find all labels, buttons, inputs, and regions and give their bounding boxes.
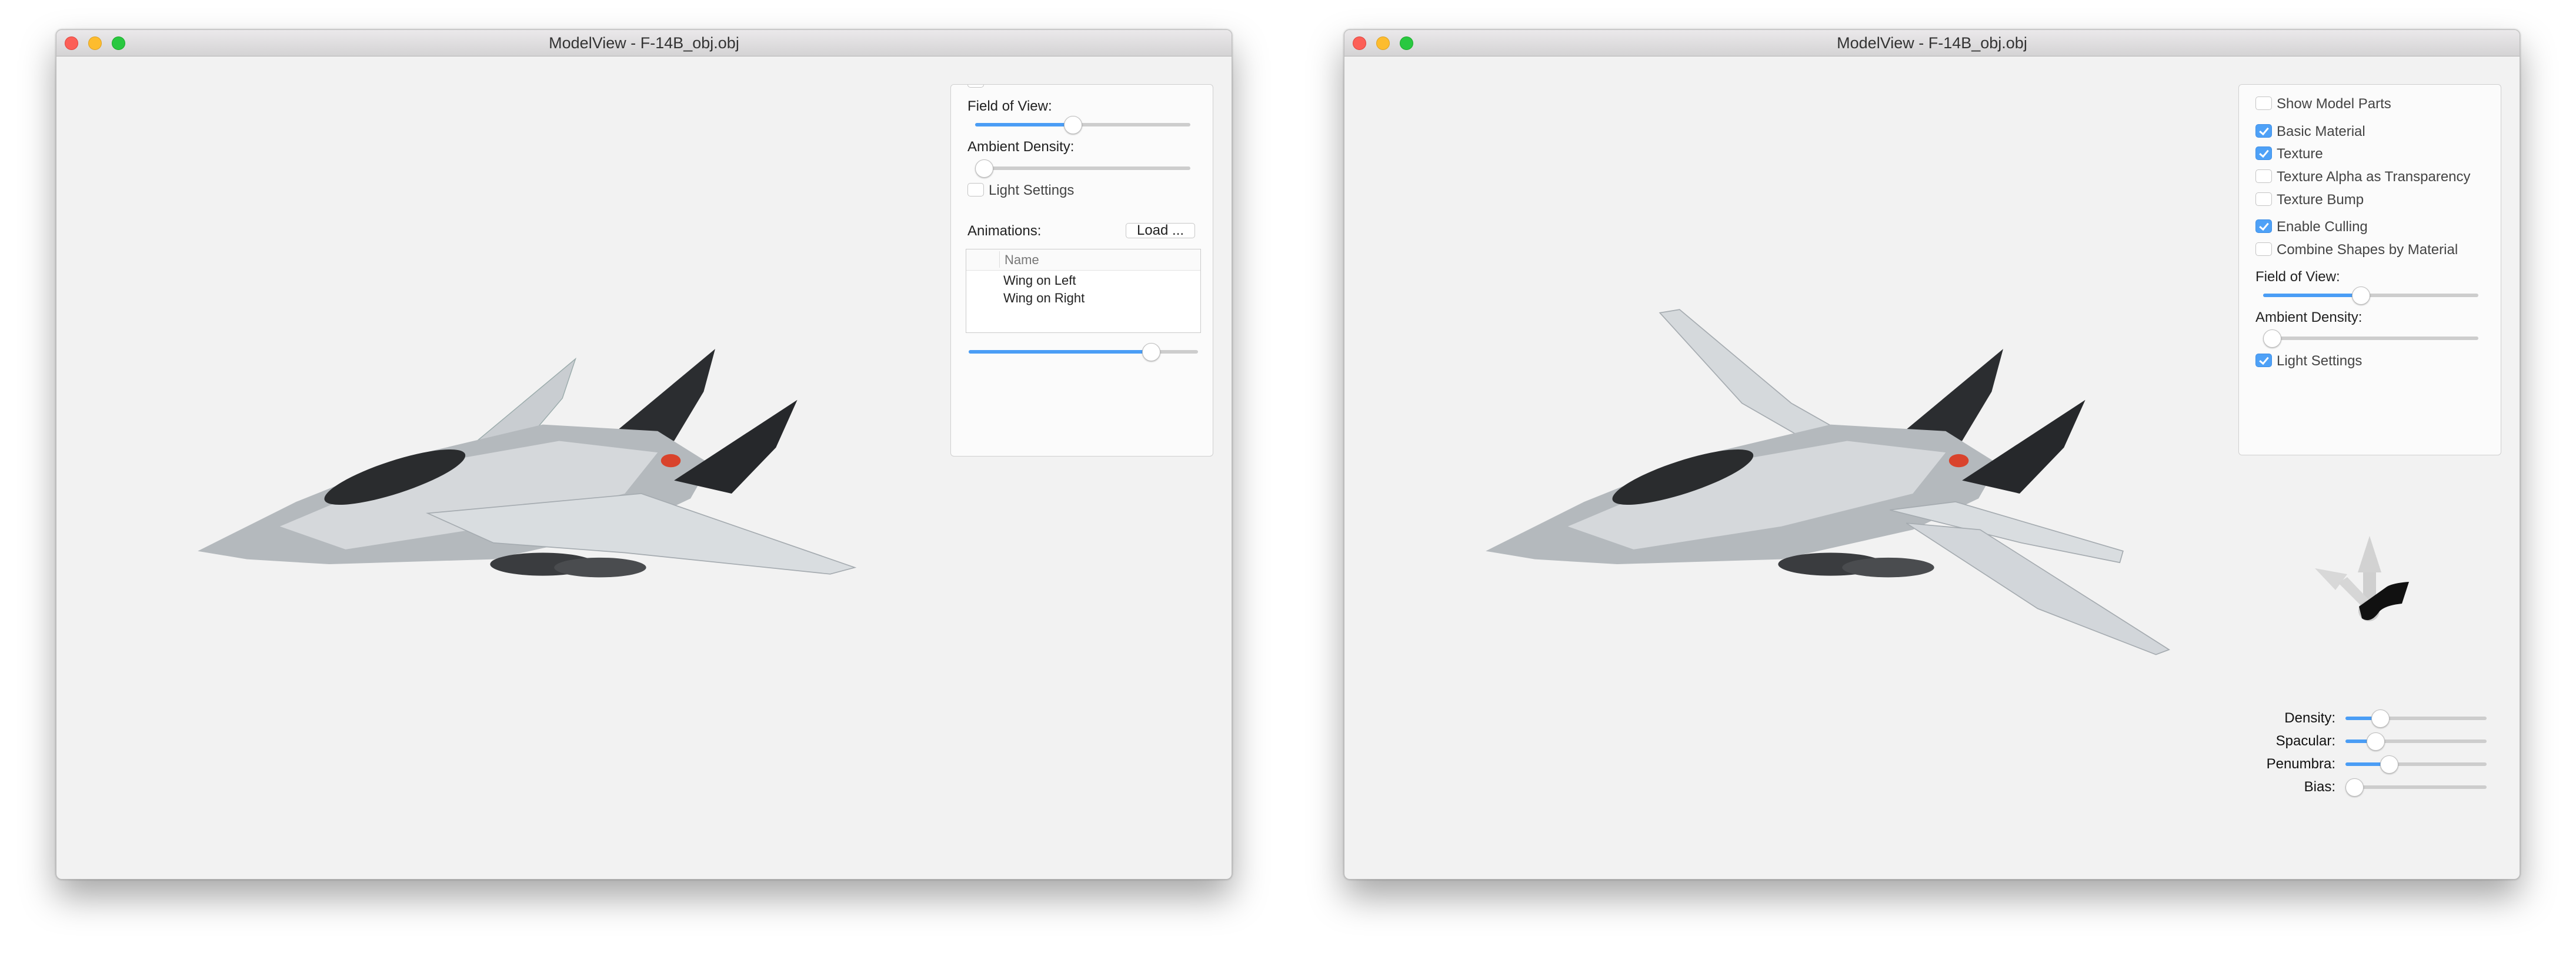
light-settings-checkbox[interactable]: Light Settings xyxy=(967,181,1074,201)
checkbox-label: Texture xyxy=(2277,146,2323,162)
slider-thumb[interactable] xyxy=(2366,732,2385,751)
basic-material-checkbox[interactable]: Basic Material xyxy=(2255,122,2365,142)
modelview-window-right: ModelView - F-14B_obj.obj Density: Spacu… xyxy=(1344,29,2520,880)
table-row[interactable]: Wing on Right xyxy=(1003,289,1085,307)
density-label: Density: xyxy=(2284,710,2335,726)
window-title: ModelView - F-14B_obj.obj xyxy=(549,34,739,52)
checkbox-label: Show Model Parts xyxy=(2277,96,2391,112)
texture-checkbox[interactable]: Texture xyxy=(2255,144,2323,164)
title-bar[interactable]: ModelView - F-14B_obj.obj xyxy=(56,30,1232,56)
animation-progress-slider[interactable] xyxy=(969,342,1198,362)
fov-label: Field of View: xyxy=(967,98,1052,114)
animations-table: Name Wing on Left Wing on Right xyxy=(966,249,1201,333)
window-title: ModelView - F-14B_obj.obj xyxy=(1837,34,2027,52)
checkbox-box[interactable] xyxy=(2255,169,2272,184)
ambient-density-label: Ambient Density: xyxy=(967,139,1075,155)
minimize-button[interactable] xyxy=(1376,36,1390,50)
checkbox-box[interactable] xyxy=(2255,146,2272,161)
minimize-button[interactable] xyxy=(88,36,102,50)
slider-thumb[interactable] xyxy=(2371,709,2390,728)
checkbox-label: Texture Bump xyxy=(2277,192,2364,208)
checkbox-label: Combine Shapes by Material xyxy=(2277,242,2458,258)
zoom-button[interactable] xyxy=(112,36,125,50)
texture-alpha-checkbox[interactable]: Texture Alpha as Transparency xyxy=(2255,167,2471,187)
slider-thumb[interactable] xyxy=(1142,343,1161,361)
light-settings-checkbox[interactable]: Light Settings xyxy=(2255,351,2362,371)
checkbox-label: Basic Material xyxy=(2277,124,2365,139)
table-header: Name xyxy=(966,249,1200,271)
texture-bump-checkbox[interactable]: Texture Bump xyxy=(2255,190,2364,210)
checkbox-label: Texture Alpha as Transparency xyxy=(2277,169,2471,185)
specular-label: Spacular: xyxy=(2275,733,2335,749)
settings-panel: Show Model Parts Basic Material Texture … xyxy=(2238,84,2501,455)
checkbox-label: Enable Culling xyxy=(2277,219,2368,235)
bias-slider[interactable] xyxy=(2345,777,2487,797)
zoom-button[interactable] xyxy=(1400,36,1413,50)
checkbox-box[interactable] xyxy=(2255,96,2272,111)
ambient-density-slider[interactable] xyxy=(975,158,1190,178)
slider-thumb[interactable] xyxy=(2345,778,2364,797)
checkbox-label: Light Settings xyxy=(989,182,1075,198)
animations-label: Animations: xyxy=(967,223,1042,239)
checkbox-box[interactable] xyxy=(2255,242,2272,257)
penumbra-slider[interactable] xyxy=(2345,754,2487,774)
penumbra-label: Penumbra: xyxy=(2266,756,2335,772)
checkbox-box[interactable] xyxy=(2255,354,2272,368)
table-row[interactable]: Wing on Left xyxy=(1003,272,1076,289)
settings-panel: Field of View: Ambient Density: Light Se… xyxy=(950,84,1213,457)
slider-thumb[interactable] xyxy=(975,159,993,178)
partial-checkbox-row[interactable] xyxy=(967,85,989,92)
enable-culling-checkbox[interactable]: Enable Culling xyxy=(2255,217,2368,237)
fov-label: Field of View: xyxy=(2255,269,2340,285)
fov-slider[interactable] xyxy=(975,115,1190,135)
show-model-parts-checkbox[interactable]: Show Model Parts xyxy=(2255,94,2391,114)
combine-shapes-checkbox[interactable]: Combine Shapes by Material xyxy=(2255,240,2458,260)
ambient-density-label: Ambient Density: xyxy=(2255,309,2363,325)
bias-label: Bias: xyxy=(2304,779,2335,795)
close-button[interactable] xyxy=(1353,36,1366,50)
checkbox-box[interactable] xyxy=(2255,219,2272,234)
specular-slider[interactable] xyxy=(2345,731,2487,751)
slider-thumb[interactable] xyxy=(2352,287,2371,305)
ambient-density-slider[interactable] xyxy=(2263,328,2478,348)
slider-thumb[interactable] xyxy=(2380,755,2398,774)
close-button[interactable] xyxy=(65,36,78,50)
light-direction-gizmo[interactable] xyxy=(2315,536,2432,648)
load-animation-button[interactable]: Load ... xyxy=(1126,223,1195,238)
density-slider[interactable] xyxy=(2345,708,2487,728)
checkbox-box[interactable] xyxy=(2255,124,2272,138)
slider-thumb[interactable] xyxy=(2263,329,2281,348)
checkbox[interactable] xyxy=(967,85,984,88)
checkbox-box[interactable] xyxy=(967,183,984,197)
slider-thumb[interactable] xyxy=(1064,116,1083,134)
column-header-name[interactable]: Name xyxy=(1005,249,1039,271)
modelview-window-left: ModelView - F-14B_obj.obj Field of View:… xyxy=(56,29,1232,880)
fov-slider[interactable] xyxy=(2263,285,2478,305)
checkbox-label: Light Settings xyxy=(2277,353,2363,369)
title-bar[interactable]: ModelView - F-14B_obj.obj xyxy=(1344,30,2520,56)
checkbox-box[interactable] xyxy=(2255,192,2272,206)
